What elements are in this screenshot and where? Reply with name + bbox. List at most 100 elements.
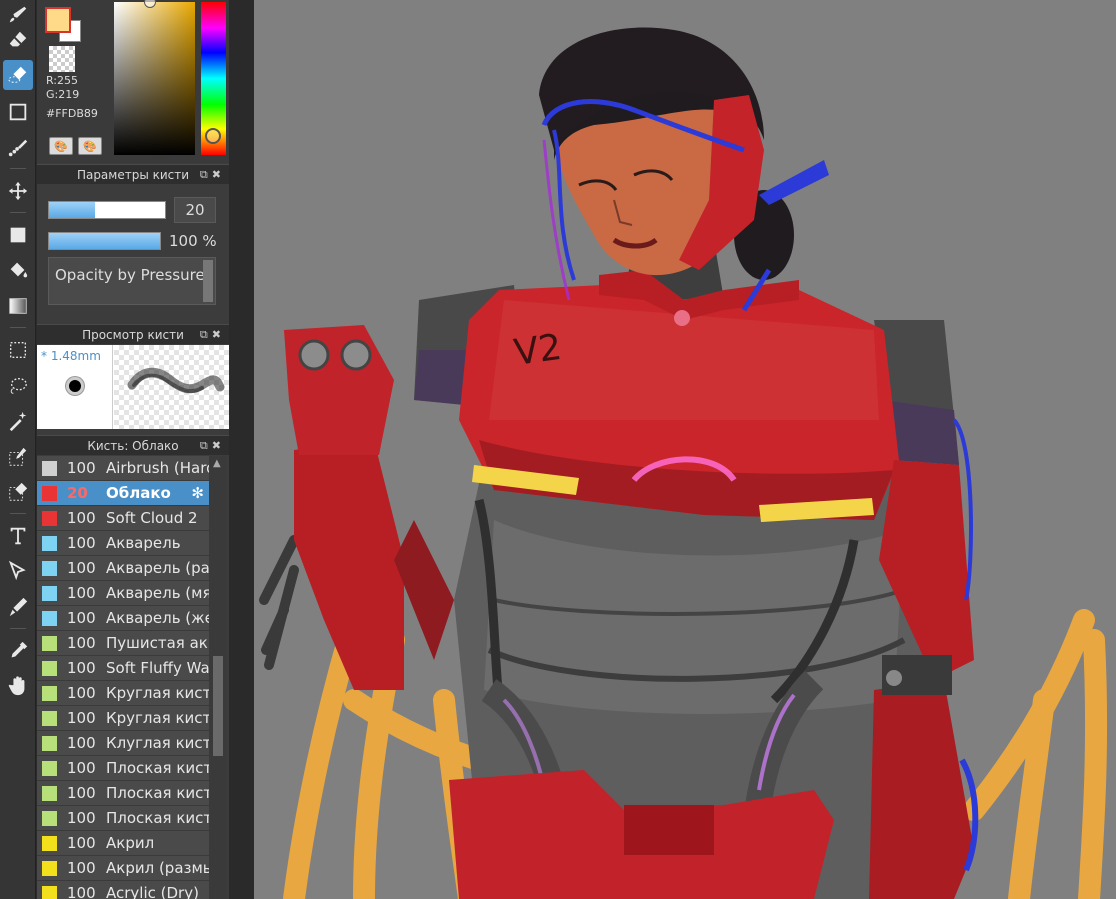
brush-name: Акварель (размытие) (106, 559, 209, 577)
popout-icon[interactable]: ⧉ (200, 168, 212, 181)
brush-color-swatch (42, 861, 57, 876)
fill-rect-icon[interactable] (3, 220, 33, 250)
tool-bar (0, 0, 36, 899)
rectangle-icon[interactable] (3, 97, 33, 127)
artwork: V2 (259, 27, 1108, 899)
scrollbar-thumb[interactable] (213, 656, 223, 756)
brush-name: Плоская кисть 2 (106, 784, 209, 802)
brush-size-slider[interactable] (48, 201, 166, 219)
brush-color-swatch (42, 536, 57, 551)
foreground-color-swatch[interactable] (45, 7, 71, 33)
pressure-option[interactable]: Opacity by Pressure (55, 266, 205, 284)
brush-list-item[interactable]: 100 Плоская кисть 3 (37, 806, 209, 831)
brush-list-item[interactable]: 100 Пушистая акварель (37, 631, 209, 656)
brush-color-swatch (42, 811, 57, 826)
scroll-up-icon[interactable]: ▲ (213, 458, 221, 469)
brush-list-item[interactable]: 100 Soft Cloud 2 (37, 506, 209, 531)
dot-brush-icon[interactable] (3, 133, 33, 163)
select-eraser-icon[interactable] (3, 477, 33, 507)
hue-cursor[interactable] (205, 128, 221, 144)
brush-list-item[interactable]: 20 Облако ✻ (37, 481, 209, 506)
gear-icon[interactable]: ✻ (191, 481, 204, 505)
color-panel: R:255 G:219 #FFDB89 🎨 🎨 (37, 0, 229, 163)
move-icon[interactable] (3, 176, 33, 206)
brush-name: Soft Fluffy Watercolor (106, 659, 209, 677)
smudge-icon[interactable] (3, 592, 33, 622)
text-icon[interactable] (3, 521, 33, 551)
palette-settings-icon[interactable]: 🎨 (78, 137, 102, 155)
brush-list-item[interactable]: 100 Акварель (мягкая) (37, 581, 209, 606)
brush-value: 100 (67, 659, 96, 677)
drawing-canvas[interactable]: V2 (254, 0, 1116, 899)
brush-value: 100 (67, 734, 96, 752)
brush-value: 100 (67, 809, 96, 827)
pressure-option-list[interactable]: Opacity by Pressure (48, 257, 216, 305)
brush-value: 20 (67, 484, 88, 502)
brush-name: Акварель (жесткая) (106, 609, 209, 627)
panel-divider[interactable] (229, 0, 254, 899)
blur-eraser-icon[interactable] (3, 60, 33, 90)
popout-icon[interactable]: ⧉ (200, 328, 212, 341)
saturation-value-picker[interactable] (114, 2, 195, 155)
hex-value: #FFDB89 (46, 107, 98, 120)
gradient-icon[interactable] (3, 291, 33, 321)
brush-name: Airbrush (Hard) (106, 459, 209, 477)
brush-list-item[interactable]: 100 Плоская кисть (37, 756, 209, 781)
brush-name: Плоская кисть 3 (106, 809, 209, 827)
brush-name: Акварель (106, 534, 181, 552)
brush-list-item[interactable]: 100 Acrylic (Dry) (37, 881, 209, 899)
pressure-list-scrollbar[interactable] (203, 260, 213, 302)
eyedropper-icon[interactable] (3, 636, 33, 666)
brush-list-item[interactable]: 100 Акрил (размытие) (37, 856, 209, 881)
brush-size-value[interactable]: 20 (174, 197, 216, 223)
brush-name: Акварель (мягкая) (106, 584, 209, 602)
brush-value: 100 (67, 534, 96, 552)
brush-list-item[interactable]: 100 Акварель (жесткая) (37, 606, 209, 631)
eraser-icon[interactable] (3, 25, 33, 55)
brush-name: Клуглая кисть (106, 734, 209, 752)
brush-list-item[interactable]: 100 Акварель (37, 531, 209, 556)
lasso-icon[interactable] (3, 371, 33, 401)
close-icon[interactable]: ✖ (212, 168, 225, 181)
close-icon[interactable]: ✖ (212, 328, 225, 341)
brush-color-swatch (42, 461, 57, 476)
close-icon[interactable]: ✖ (212, 439, 225, 452)
brush-name: Акрил (размытие) (106, 859, 209, 877)
brush-list: 100 Airbrush (Hard) 20 Облако ✻ 100 Soft Cloud… (37, 456, 209, 899)
brush-color-swatch (42, 586, 57, 601)
brush-color-swatch (42, 786, 57, 801)
select-pen-icon[interactable] (3, 442, 33, 472)
brush-opacity-slider[interactable] (48, 232, 161, 250)
green-value: G:219 (46, 88, 80, 101)
brush-list-item[interactable]: 100 Airbrush (Hard) (37, 456, 209, 481)
brush-name: Акрил (106, 834, 155, 852)
brush-list-item[interactable]: 100 Клуглая кисть (37, 731, 209, 756)
app-window: R:255 G:219 #FFDB89 🎨 🎨 Параметры кисти … (0, 0, 1116, 899)
brush-color-swatch (42, 511, 57, 526)
brush-value: 100 (67, 684, 96, 702)
palette-icon[interactable]: 🎨 (49, 137, 73, 155)
hand-icon[interactable] (3, 671, 33, 701)
brush-value: 100 (67, 759, 96, 777)
red-value: R:255 (46, 74, 79, 87)
brush-preview-header: Просмотр кисти ⧉✖ (37, 324, 229, 344)
brush-list-item[interactable]: 100 Круглая кисть (37, 681, 209, 706)
rect-select-icon[interactable] (3, 335, 33, 365)
bucket-icon[interactable] (3, 255, 33, 285)
pen-select-icon[interactable] (3, 556, 33, 586)
brush-list-scrollbar[interactable]: ▲ (209, 456, 227, 899)
brush-preview: * 1.48mm (37, 345, 229, 429)
magic-wand-icon[interactable] (3, 406, 33, 436)
brush-color-swatch (42, 661, 57, 676)
brush-list-item[interactable]: 100 Акварель (размытие) (37, 556, 209, 581)
brush-list-item[interactable]: 100 Акрил (37, 831, 209, 856)
brush-stroke-preview (114, 345, 229, 429)
brush-list-item[interactable]: 100 Круглая кисть 2 (37, 706, 209, 731)
transparent-color-swatch[interactable] (49, 46, 75, 72)
popout-icon[interactable]: ⧉ (200, 439, 212, 452)
brush-preview-title: Просмотр кисти (82, 328, 184, 342)
brush-list-item[interactable]: 100 Плоская кисть 2 (37, 781, 209, 806)
brush-list-item[interactable]: 100 Soft Fluffy Watercolor (37, 656, 209, 681)
brush-color-swatch (42, 886, 57, 899)
brush-params-title: Параметры кисти (76, 168, 190, 182)
